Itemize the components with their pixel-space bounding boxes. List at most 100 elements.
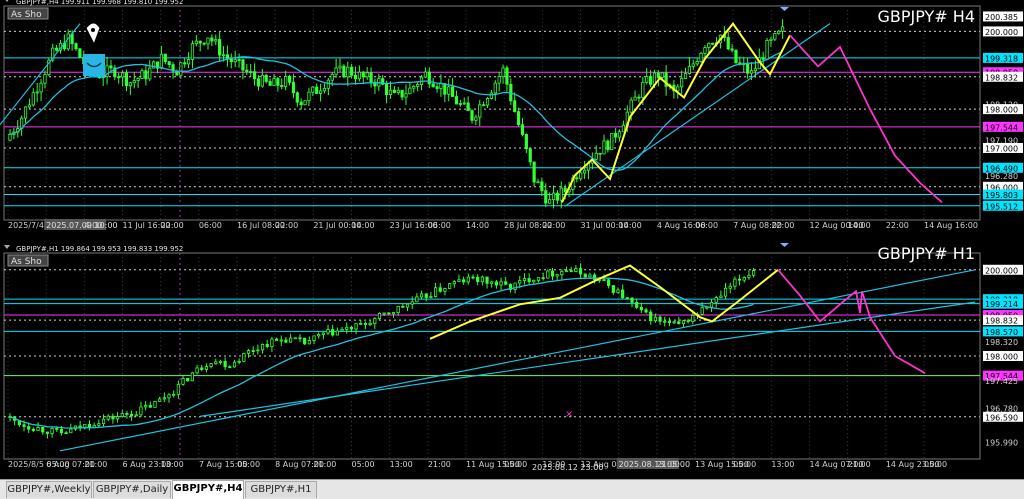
- candle-body: [78, 48, 82, 58]
- time-axis-tick: 13:00: [390, 460, 413, 469]
- candle-body: [377, 313, 382, 319]
- candle-body: [598, 152, 602, 155]
- smile-icon: [83, 54, 105, 76]
- candle-body: [256, 78, 261, 87]
- candle-body: [602, 140, 606, 155]
- time-axis-extra-label: 2025.08.12 23:00: [532, 463, 603, 472]
- candle-body: [221, 54, 226, 57]
- time-axis-tick: 05:00: [924, 460, 947, 469]
- h1-chart-panel[interactable]: 200.000199.318199.214198.950198.832198.5…: [0, 241, 1024, 479]
- candle-body: [653, 316, 658, 322]
- candle-body: [546, 270, 550, 279]
- tab-weekly[interactable]: GBPJPY#,Weekly: [6, 481, 92, 498]
- candle-body: [181, 377, 185, 385]
- candle-body: [97, 423, 101, 426]
- candle-body: [391, 312, 396, 315]
- time-axis-tick: 13:00: [161, 460, 184, 469]
- tab-daily[interactable]: GBPJPY#,Daily: [93, 481, 171, 498]
- time-axis-tick: 06:00: [695, 221, 718, 230]
- as-shot-label: As Sho: [11, 257, 42, 267]
- candle-body: [730, 48, 734, 51]
- candle-body: [728, 285, 732, 289]
- candle-body: [478, 104, 482, 118]
- price-axis-tick: 195.990: [985, 439, 1018, 448]
- candle-body: [270, 338, 274, 348]
- candle-body: [307, 340, 311, 345]
- time-axis-tick: 21:00: [428, 460, 451, 469]
- candle-body: [438, 287, 442, 292]
- price-label: 196.590: [985, 413, 1018, 422]
- candle-body: [87, 423, 92, 428]
- time-axis-tick: 21:00: [848, 460, 871, 469]
- candle-body: [92, 424, 96, 428]
- candle-body: [101, 418, 106, 425]
- candle-body: [641, 81, 645, 99]
- candle-body: [31, 92, 35, 106]
- candle-body: [454, 96, 459, 105]
- candle-body: [274, 338, 279, 341]
- candle-body: [268, 81, 272, 86]
- candle-body: [353, 74, 358, 80]
- candle-body: [520, 124, 525, 135]
- candle-body: [564, 270, 569, 273]
- candle-body: [198, 40, 202, 44]
- candle-body: [111, 415, 115, 420]
- candle-body: [734, 49, 738, 64]
- candle-body: [237, 59, 241, 61]
- candle-body: [331, 329, 335, 336]
- candle-body: [773, 33, 777, 40]
- candle-body: [431, 83, 435, 88]
- candle-body: [128, 82, 132, 87]
- candle-body: [27, 104, 32, 108]
- time-axis-tick: 22:00: [275, 221, 298, 230]
- candle-body: [714, 297, 718, 303]
- candle-body: [293, 337, 297, 340]
- candle-body: [140, 70, 144, 79]
- time-axis-tick: 14:00: [352, 221, 375, 230]
- candle-body: [489, 92, 494, 99]
- candle-body: [50, 428, 54, 434]
- time-axis-tick: 22:00: [161, 221, 184, 230]
- candle-body: [120, 413, 124, 417]
- candle-body: [493, 82, 497, 94]
- candle-body: [335, 330, 339, 336]
- candle-body: [129, 413, 134, 417]
- tab-h1[interactable]: GBPJPY#,H1: [245, 481, 317, 498]
- candle-body: [747, 274, 751, 278]
- candle-body: [536, 181, 540, 184]
- price-label: 200.385: [985, 13, 1018, 22]
- candle-body: [765, 39, 769, 60]
- candle-body: [163, 53, 167, 63]
- candle-body: [204, 366, 209, 370]
- candle-body: [408, 87, 412, 95]
- time-axis-tick: 05:00: [237, 460, 260, 469]
- candle-body: [433, 287, 438, 297]
- candle-body: [45, 431, 50, 434]
- candle-body: [649, 311, 653, 322]
- candle-body: [490, 281, 494, 284]
- candle-body: [457, 279, 461, 282]
- candle-body: [369, 72, 373, 83]
- candle-body: [639, 306, 643, 311]
- candle-body: [109, 65, 113, 69]
- candle-body: [448, 283, 452, 289]
- tab-h4[interactable]: GBPJPY#,H4: [172, 480, 244, 499]
- candle-body: [148, 405, 152, 408]
- candle-body: [583, 273, 587, 278]
- candle-body: [22, 424, 26, 427]
- candle-body: [214, 361, 218, 365]
- price-label: 197.000: [985, 144, 1018, 153]
- candle-body: [582, 169, 587, 174]
- candle-body: [345, 326, 349, 330]
- candle-body: [648, 76, 653, 85]
- candle-body: [214, 39, 218, 42]
- candle-body: [321, 332, 325, 335]
- candle-body: [190, 43, 195, 60]
- candle-body: [501, 67, 505, 78]
- candle-body: [606, 140, 610, 151]
- candle-body: [737, 278, 742, 281]
- time-axis-tick: 21:00: [657, 460, 680, 469]
- h4-chart-panel[interactable]: 200.385200.000199.318198.950198.832198.1…: [0, 0, 1024, 240]
- candle-body: [225, 54, 230, 59]
- candle-body: [563, 187, 567, 193]
